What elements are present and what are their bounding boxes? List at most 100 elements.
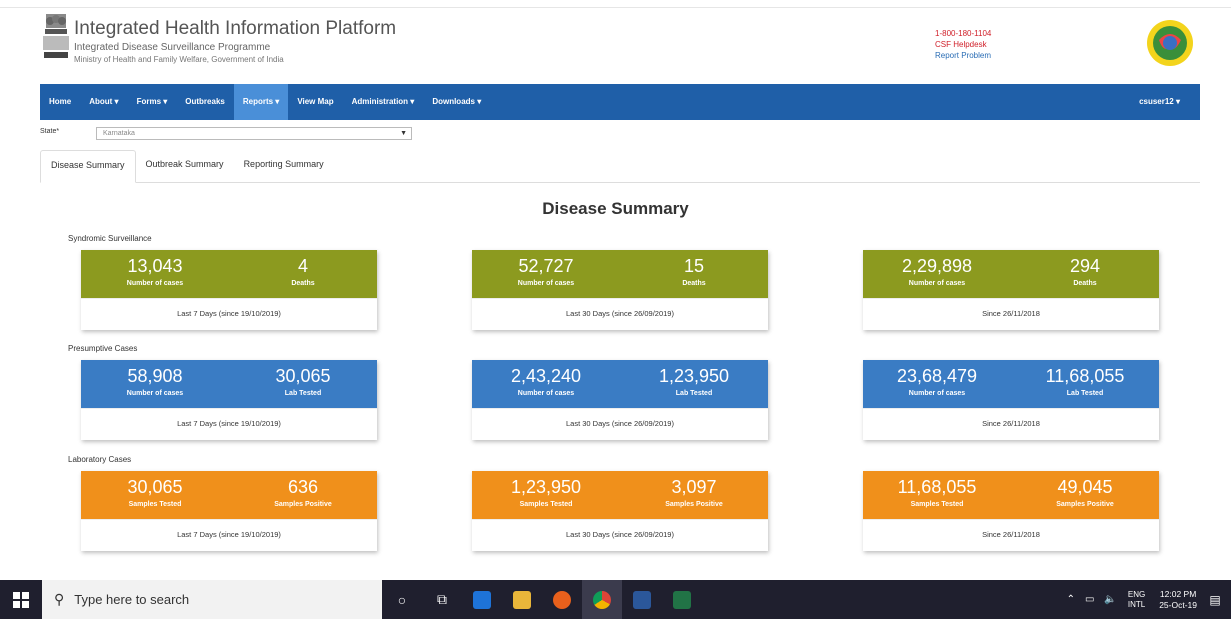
card-value: 4 [297,256,308,276]
search-placeholder: Type here to search [74,592,190,607]
syndromic-card-7days[interactable]: 13,043 Number of cases 4 Deaths Last 7 Day… [81,250,377,330]
card-value: 15 [683,256,705,276]
report-problem-link[interactable]: Report Problem [935,50,991,61]
card-value: 3,097 [671,477,717,497]
word-icon[interactable] [622,580,662,619]
clock-date: 25-Oct-19 [1159,599,1197,610]
state-select[interactable]: Karnataka ▼ [96,127,412,140]
card-value: 52,727 [518,256,574,276]
card-value: 636 [287,477,319,497]
excel-icon[interactable] [662,580,702,619]
section-label-laboratory: Laboratory Cases [68,455,132,464]
card-period: Since 26/11/2018 [863,519,1159,551]
chevron-up-icon[interactable]: ⌃ [1067,594,1075,605]
card-label: Number of cases [126,280,184,287]
card-label: Deaths [291,280,315,287]
card-label: Number of cases [517,280,575,287]
clock-time: 12:02 PM [1159,588,1197,599]
card-period: Last 7 Days (since 19/10/2019) [81,408,377,440]
card-period: Since 26/11/2018 [863,408,1159,440]
search-icon: ⚲ [54,591,65,607]
card-label: Lab Tested [1066,390,1104,397]
presumptive-card-since[interactable]: 23,68,479 Number of cases 11,68,055 Lab Te… [863,360,1159,440]
card-label: Number of cases [126,390,184,397]
card-period: Last 7 Days (since 19/10/2019) [81,519,377,551]
helpline-block: 1-800-180-1104 CSF Helpdesk Report Probl… [935,28,991,61]
helpline-number: 1-800-180-1104 [935,29,992,38]
presumptive-card-30days[interactable]: 2,43,240 Number of cases 1,23,950 Lab Test… [472,360,768,440]
presumptive-card-7days[interactable]: 58,908 Number of cases 30,065 Lab Tested L… [81,360,377,440]
national-emblem-icon [40,12,72,70]
firefox-icon[interactable] [542,580,582,619]
card-value: 2,29,898 [901,256,973,276]
helpdesk-link[interactable]: CSF Helpdesk [935,39,991,50]
nav-view-map[interactable]: View Map [288,84,342,120]
system-tray: ⌃ ▭ 🔈 ENG INTL 12:02 PM 25-Oct-19 ▤ [1062,580,1231,619]
card-label: Deaths [682,280,706,287]
top-border [0,0,1231,8]
clock[interactable]: 12:02 PM 25-Oct-19 [1159,589,1197,611]
card-label: Samples Positive [665,501,723,508]
page-title: Disease Summary [542,199,689,218]
windows-icon[interactable] [0,580,42,619]
ministry-subtitle: Ministry of Health and Family Welfare, G… [74,55,284,64]
card-label: Number of cases [908,390,966,397]
tab-disease-summary[interactable]: Disease Summary [40,150,136,183]
nav-home[interactable]: Home [40,84,80,120]
syndromic-card-30days[interactable]: 52,727 Number of cases 15 Deaths Last 30 D… [472,250,768,330]
idsp-logo-icon [1145,18,1195,68]
windows-taskbar: ⚲ Type here to search ○ ⧉ ⌃ ▭ 🔈 ENG INTL… [0,580,1231,619]
syndromic-card-since[interactable]: 2,29,898 Number of cases 294 Deaths Since … [863,250,1159,330]
card-value: 58,908 [127,366,183,386]
card-value: 13,043 [127,256,183,276]
card-value: 1,23,950 [510,477,582,497]
language-indicator[interactable]: ENG INTL [1128,590,1145,610]
nav-about[interactable]: About ▾ [80,84,127,120]
card-value: 11,68,055 [897,477,977,497]
laboratory-card-since[interactable]: 11,68,055 Samples Tested 49,045 Samples Po… [863,471,1159,551]
card-period: Last 30 Days (since 26/09/2019) [472,408,768,440]
card-value: 30,065 [275,366,331,386]
chrome-icon[interactable] [582,580,622,619]
card-value: 49,045 [1057,477,1113,497]
card-label: Lab Tested [284,390,322,397]
nav-administration[interactable]: Administration ▾ [343,84,424,120]
site-title: Integrated Health Information Platform [74,18,397,39]
card-label: Samples Positive [1056,501,1114,508]
card-period: Since 26/11/2018 [863,298,1159,330]
task-view-icon[interactable]: ⧉ [422,580,462,619]
card-period: Last 7 Days (since 19/10/2019) [81,298,377,330]
card-value: 294 [1069,256,1101,276]
network-icon[interactable]: ▭ [1085,594,1094,605]
section-label-presumptive: Presumptive Cases [68,344,138,353]
card-period: Last 30 Days (since 26/09/2019) [472,298,768,330]
card-period: Last 30 Days (since 26/09/2019) [472,519,768,551]
taskbar-search-input[interactable]: ⚲ Type here to search [42,580,382,619]
summary-tabs: Disease Summary Outbreak Summary Reporti… [40,150,1200,183]
file-explorer-icon[interactable] [502,580,542,619]
card-value: 11,68,055 [1045,366,1125,386]
card-label: Samples Tested [128,501,182,508]
nav-outbreaks[interactable]: Outbreaks [176,84,234,120]
nav-forms[interactable]: Forms ▾ [128,84,177,120]
card-value: 30,065 [127,477,183,497]
nav-downloads[interactable]: Downloads ▾ [423,84,490,120]
edge-icon[interactable] [462,580,502,619]
card-label: Number of cases [908,280,966,287]
caret-down-icon: ▼ [400,130,407,137]
cortana-icon[interactable]: ○ [382,580,422,619]
card-value: 1,23,950 [658,366,730,386]
card-label: Lab Tested [675,390,713,397]
main-navbar: Home About ▾ Forms ▾ Outbreaks Reports ▾… [40,84,1200,120]
state-selected-value: Karnataka [103,130,135,137]
laboratory-card-30days[interactable]: 1,23,950 Samples Tested 3,097 Samples Posi… [472,471,768,551]
nav-reports[interactable]: Reports ▾ [233,84,289,120]
programme-subtitle: Integrated Disease Surveillance Programm… [74,42,271,53]
card-label: Samples Tested [519,501,573,508]
tab-outbreak-summary[interactable]: Outbreak Summary [136,150,234,183]
volume-icon[interactable]: 🔈 [1104,594,1116,605]
tab-reporting-summary[interactable]: Reporting Summary [234,150,334,183]
nav-user-menu[interactable]: csuser12 ▾ [1130,84,1200,120]
notification-icon[interactable]: ▤ [1205,580,1225,619]
laboratory-card-7days[interactable]: 30,065 Samples Tested 636 Samples Positive… [81,471,377,551]
